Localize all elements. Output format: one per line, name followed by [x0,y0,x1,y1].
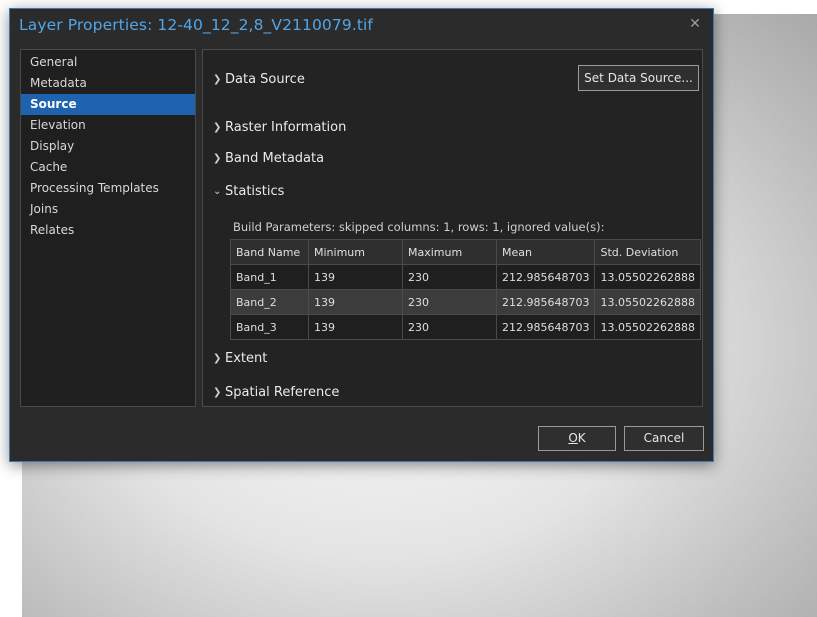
table-cell: Band_3 [230,314,309,340]
nav-item-elevation[interactable]: Elevation [21,115,195,136]
section-extent[interactable]: ❯ Extent [213,351,267,366]
column-header[interactable]: Maximum [402,239,497,265]
statistics-table: Band Name Minimum Maximum Mean Std. Devi… [230,239,701,340]
table-cell: 212.985648703 [495,289,596,315]
section-label: Extent [225,351,268,366]
close-icon[interactable]: ✕ [687,16,703,32]
table-cell: 230 [402,289,497,315]
table-cell: Band_1 [230,264,309,290]
section-label: Statistics [225,184,285,199]
nav-item-relates[interactable]: Relates [21,220,195,241]
table-cell: 212.985648703 [495,264,596,290]
chevron-right-icon: ❯ [213,74,222,85]
title-bar[interactable]: Layer Properties: 12-40_12_2,8_V2110079.… [10,9,713,41]
property-page-list: General Metadata Source Elevation Displa… [20,49,196,407]
dialog-title: Layer Properties: 12-40_12_2,8_V2110079.… [19,16,373,34]
section-statistics[interactable]: ⌄ Statistics [213,184,284,199]
chevron-right-icon: ❯ [213,353,222,364]
chevron-right-icon: ❯ [213,387,222,398]
nav-item-metadata[interactable]: Metadata [21,73,195,94]
section-spatial-reference[interactable]: ❯ Spatial Reference [213,385,339,400]
column-header[interactable]: Std. Deviation [594,239,701,265]
table-cell: 139 [308,289,403,315]
column-header[interactable]: Mean [495,239,596,265]
table-row[interactable]: Band_1 139 230 212.985648703 13.05502262… [230,264,701,290]
section-label: Spatial Reference [225,385,340,400]
table-row[interactable]: Band_3 139 230 212.985648703 13.05502262… [230,314,701,340]
table-row[interactable]: Band_2 139 230 212.985648703 13.05502262… [230,289,701,315]
table-header-row: Band Name Minimum Maximum Mean Std. Devi… [230,239,701,265]
ok-mnemonic: O [568,431,578,445]
table-cell: 139 [308,264,403,290]
section-data-source[interactable]: ❯ Data Source [213,72,305,87]
cancel-button[interactable]: Cancel [624,426,704,451]
nav-item-cache[interactable]: Cache [21,157,195,178]
column-header[interactable]: Minimum [308,239,403,265]
nav-item-general[interactable]: General [21,52,195,73]
nav-item-joins[interactable]: Joins [21,199,195,220]
ok-label-rest: K [577,431,586,445]
table-cell: 230 [402,264,497,290]
source-page: ❯ Data Source Set Data Source... ❯ Raste… [202,49,703,407]
nav-item-source[interactable]: Source [21,94,195,115]
chevron-right-icon: ❯ [213,153,222,164]
table-cell: 13.05502262888 [594,289,701,315]
table-cell: 13.05502262888 [594,314,701,340]
layer-properties-dialog: Layer Properties: 12-40_12_2,8_V2110079.… [9,8,714,462]
chevron-right-icon: ❯ [213,122,222,133]
table-cell: 212.985648703 [495,314,596,340]
nav-item-display[interactable]: Display [21,136,195,157]
nav-item-processing-templates[interactable]: Processing Templates [21,178,195,199]
section-raster-information[interactable]: ❯ Raster Information [213,120,346,135]
set-data-source-button[interactable]: Set Data Source... [578,65,699,91]
section-label: Data Source [225,72,305,87]
ok-button[interactable]: OK [538,426,616,451]
table-cell: Band_2 [230,289,309,315]
table-cell: 13.05502262888 [594,264,701,290]
section-label: Band Metadata [225,151,325,166]
table-cell: 230 [402,314,497,340]
section-label: Raster Information [225,120,347,135]
table-cell: 139 [308,314,403,340]
build-parameters-text: Build Parameters: skipped columns: 1, ro… [233,220,605,234]
section-band-metadata[interactable]: ❯ Band Metadata [213,151,324,166]
chevron-down-icon: ⌄ [213,186,222,197]
column-header[interactable]: Band Name [230,239,309,265]
